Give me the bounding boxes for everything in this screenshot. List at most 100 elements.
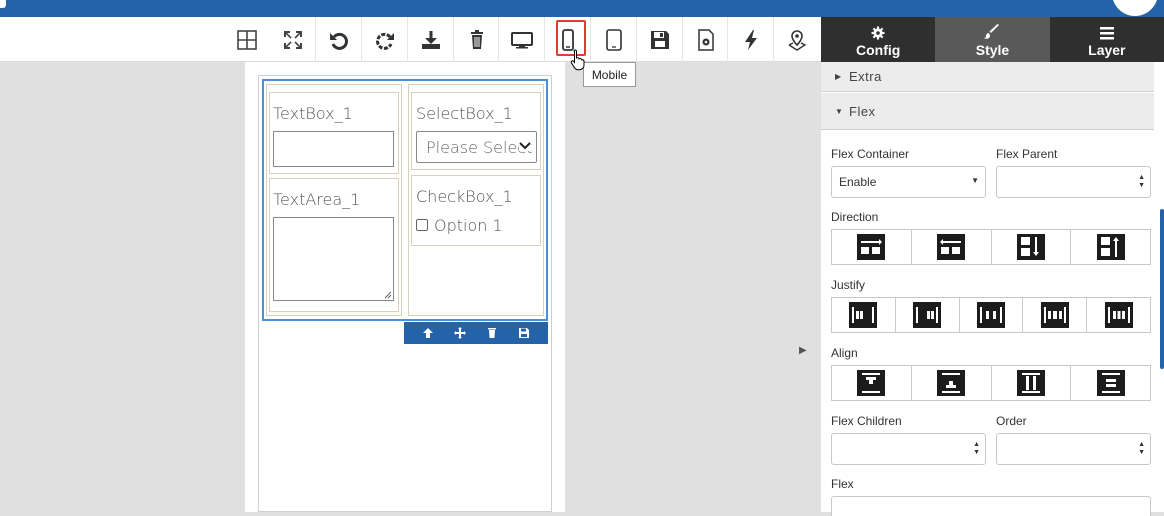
grid-icon bbox=[237, 29, 257, 50]
map-pin-icon bbox=[788, 29, 806, 51]
redo-button[interactable] bbox=[361, 17, 407, 62]
mobile-tooltip: Mobile bbox=[583, 62, 636, 87]
align-center-icon bbox=[1096, 370, 1125, 396]
align-stretch-button[interactable] bbox=[992, 366, 1072, 400]
desktop-view-button[interactable] bbox=[498, 17, 544, 62]
direction-column-reverse-button[interactable] bbox=[1071, 230, 1150, 264]
section-extra[interactable]: ▶ Extra bbox=[821, 62, 1154, 92]
tab-style[interactable]: Style bbox=[935, 17, 1050, 62]
justify-group bbox=[831, 297, 1151, 333]
tab-config-label: Config bbox=[856, 41, 901, 58]
direction-row-reverse-icon bbox=[937, 234, 966, 260]
tab-config[interactable]: Config bbox=[821, 17, 936, 62]
save-icon bbox=[650, 30, 669, 49]
desktop-icon bbox=[510, 31, 533, 48]
panel-scrollbar[interactable] bbox=[1160, 209, 1164, 369]
avatar[interactable] bbox=[1112, 0, 1158, 16]
flex-parent-label: Flex Parent bbox=[996, 147, 1058, 161]
lightning-button[interactable] bbox=[727, 17, 773, 62]
justify-space-between-button[interactable] bbox=[1023, 298, 1088, 332]
lightning-icon bbox=[744, 29, 757, 50]
gear-icon bbox=[871, 22, 885, 40]
trash-icon bbox=[470, 29, 483, 49]
brush-icon bbox=[984, 22, 1000, 40]
section-extra-label: Extra bbox=[849, 69, 882, 84]
bars-icon bbox=[1099, 22, 1114, 40]
justify-end-button[interactable] bbox=[896, 298, 960, 332]
align-start-button[interactable] bbox=[832, 366, 912, 400]
justify-end-icon bbox=[913, 302, 942, 328]
properties-panel: Config Style Layer ▶ Extra ▼ Flex Flex C… bbox=[821, 17, 1164, 516]
undo-icon bbox=[329, 32, 348, 50]
flex-children-label: Flex Children bbox=[831, 414, 902, 428]
caret-down-icon: ▼ bbox=[835, 106, 844, 116]
caret-down-icon: ▼ bbox=[971, 176, 979, 185]
move-up-button[interactable] bbox=[422, 327, 434, 339]
direction-column-button[interactable] bbox=[992, 230, 1072, 264]
spinner-icon: ▲ ▼ bbox=[1138, 441, 1145, 456]
align-center-button[interactable] bbox=[1071, 366, 1150, 400]
spinner-icon: ▲ ▼ bbox=[973, 441, 980, 456]
move-icon bbox=[454, 327, 466, 339]
section-flex-label: Flex bbox=[849, 103, 876, 119]
redo-icon bbox=[375, 32, 394, 50]
undo-button[interactable] bbox=[315, 17, 361, 62]
justify-space-around-icon bbox=[1104, 302, 1133, 328]
delete-element-button[interactable] bbox=[486, 327, 498, 339]
section-flex[interactable]: ▼ Flex bbox=[821, 93, 1154, 130]
flex-label: Flex bbox=[831, 477, 854, 491]
grid-button[interactable] bbox=[224, 17, 270, 62]
justify-center-button[interactable] bbox=[960, 298, 1024, 332]
tablet-view-button[interactable] bbox=[590, 17, 636, 62]
flex-parent-select[interactable]: ▲ ▼ bbox=[996, 166, 1151, 198]
order-select[interactable]: ▲ ▼ bbox=[996, 433, 1151, 465]
selection-outline bbox=[262, 79, 548, 321]
download-icon bbox=[421, 30, 440, 49]
flex-children-select[interactable]: ▲ ▼ bbox=[831, 433, 986, 465]
fullscreen-icon bbox=[284, 30, 302, 49]
arrow-up-icon bbox=[423, 328, 433, 338]
toolbar bbox=[0, 17, 821, 62]
element-action-bar bbox=[404, 322, 548, 344]
flex-input[interactable] bbox=[831, 496, 1151, 516]
direction-row-button[interactable] bbox=[832, 230, 912, 264]
settings-file-button[interactable] bbox=[682, 17, 728, 62]
justify-start-button[interactable] bbox=[832, 298, 896, 332]
align-stretch-icon bbox=[1016, 370, 1045, 396]
fullscreen-button[interactable] bbox=[270, 17, 316, 62]
justify-label: Justify bbox=[831, 278, 866, 292]
tab-layer-label: Layer bbox=[1088, 41, 1126, 58]
align-group bbox=[831, 365, 1151, 401]
save-button[interactable] bbox=[636, 17, 682, 62]
align-start-icon bbox=[857, 370, 886, 396]
delete-button[interactable] bbox=[453, 17, 499, 62]
justify-space-between-icon bbox=[1040, 302, 1069, 328]
align-label: Align bbox=[831, 346, 858, 360]
direction-column-reverse-icon bbox=[1096, 234, 1125, 260]
flex-container-select[interactable]: Enable ▼ bbox=[831, 166, 986, 198]
panel-tabs: Config Style Layer bbox=[821, 17, 1164, 62]
settings-file-icon bbox=[697, 28, 714, 51]
direction-group bbox=[831, 229, 1151, 265]
map-pin-button[interactable] bbox=[773, 17, 819, 62]
drag-button[interactable] bbox=[454, 327, 466, 339]
save-element-button[interactable] bbox=[518, 327, 530, 339]
align-end-icon bbox=[937, 370, 966, 396]
direction-label: Direction bbox=[831, 210, 879, 224]
save-icon bbox=[519, 328, 529, 338]
direction-row-icon bbox=[857, 234, 886, 260]
tablet-icon bbox=[605, 28, 622, 51]
justify-space-around-button[interactable] bbox=[1087, 298, 1150, 332]
align-end-button[interactable] bbox=[912, 366, 992, 400]
order-label: Order bbox=[996, 414, 1027, 428]
flex-container-value: Enable bbox=[839, 175, 877, 189]
trash-icon bbox=[488, 328, 496, 338]
direction-column-icon bbox=[1016, 234, 1045, 260]
brand-mark bbox=[0, 0, 6, 8]
caret-right-icon: ▶ bbox=[835, 72, 842, 81]
direction-row-reverse-button[interactable] bbox=[912, 230, 992, 264]
top-bar bbox=[0, 0, 1164, 17]
tab-layer[interactable]: Layer bbox=[1049, 17, 1164, 62]
download-button[interactable] bbox=[407, 17, 453, 62]
collapse-panel-icon[interactable]: ▶ bbox=[799, 345, 807, 356]
